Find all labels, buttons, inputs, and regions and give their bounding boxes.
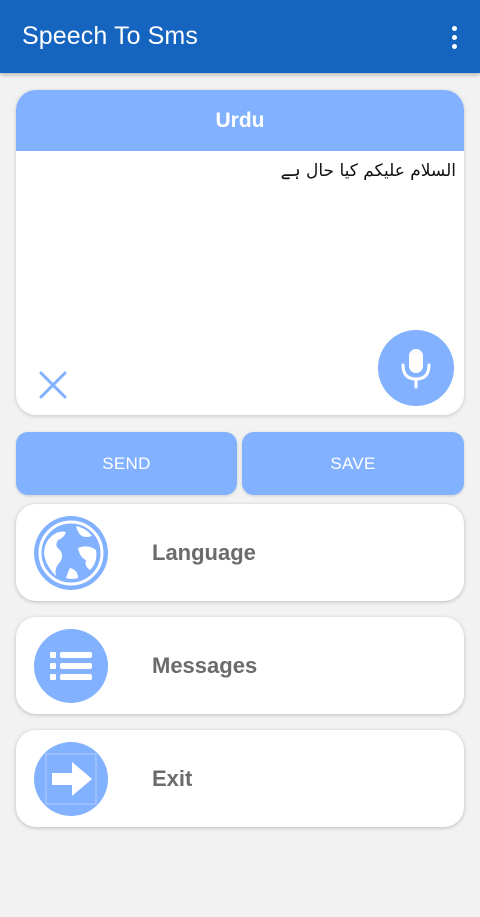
globe-icon — [34, 516, 108, 590]
speech-text-field[interactable]: السلام علیکم کیا حال ہے — [28, 160, 456, 181]
overflow-dot — [451, 25, 457, 31]
app-title: Speech To Sms — [22, 22, 198, 50]
menu-item-label: Language — [152, 539, 256, 565]
overflow-dot — [451, 34, 457, 40]
menu-item-language[interactable]: Language — [16, 504, 464, 601]
menu-item-messages[interactable]: Messages — [16, 617, 464, 714]
send-button[interactable]: SEND — [16, 432, 237, 495]
microphone-icon — [401, 349, 431, 389]
menu-item-exit[interactable]: Exit — [16, 730, 464, 827]
more-vert-icon[interactable] — [442, 20, 466, 54]
language-header: Urdu — [16, 90, 464, 151]
close-icon[interactable] — [38, 370, 68, 400]
save-button[interactable]: SAVE — [242, 432, 464, 495]
arrow-right-icon — [34, 742, 108, 816]
overflow-dot — [451, 43, 457, 49]
speech-editor-card: Urdu السلام علیکم کیا حال ہے — [16, 90, 464, 415]
list-icon — [34, 629, 108, 703]
app-bar: Speech To Sms — [0, 0, 480, 73]
menu-item-label: Exit — [152, 765, 193, 791]
microphone-button[interactable] — [378, 330, 454, 406]
menu-item-label: Messages — [152, 652, 258, 678]
